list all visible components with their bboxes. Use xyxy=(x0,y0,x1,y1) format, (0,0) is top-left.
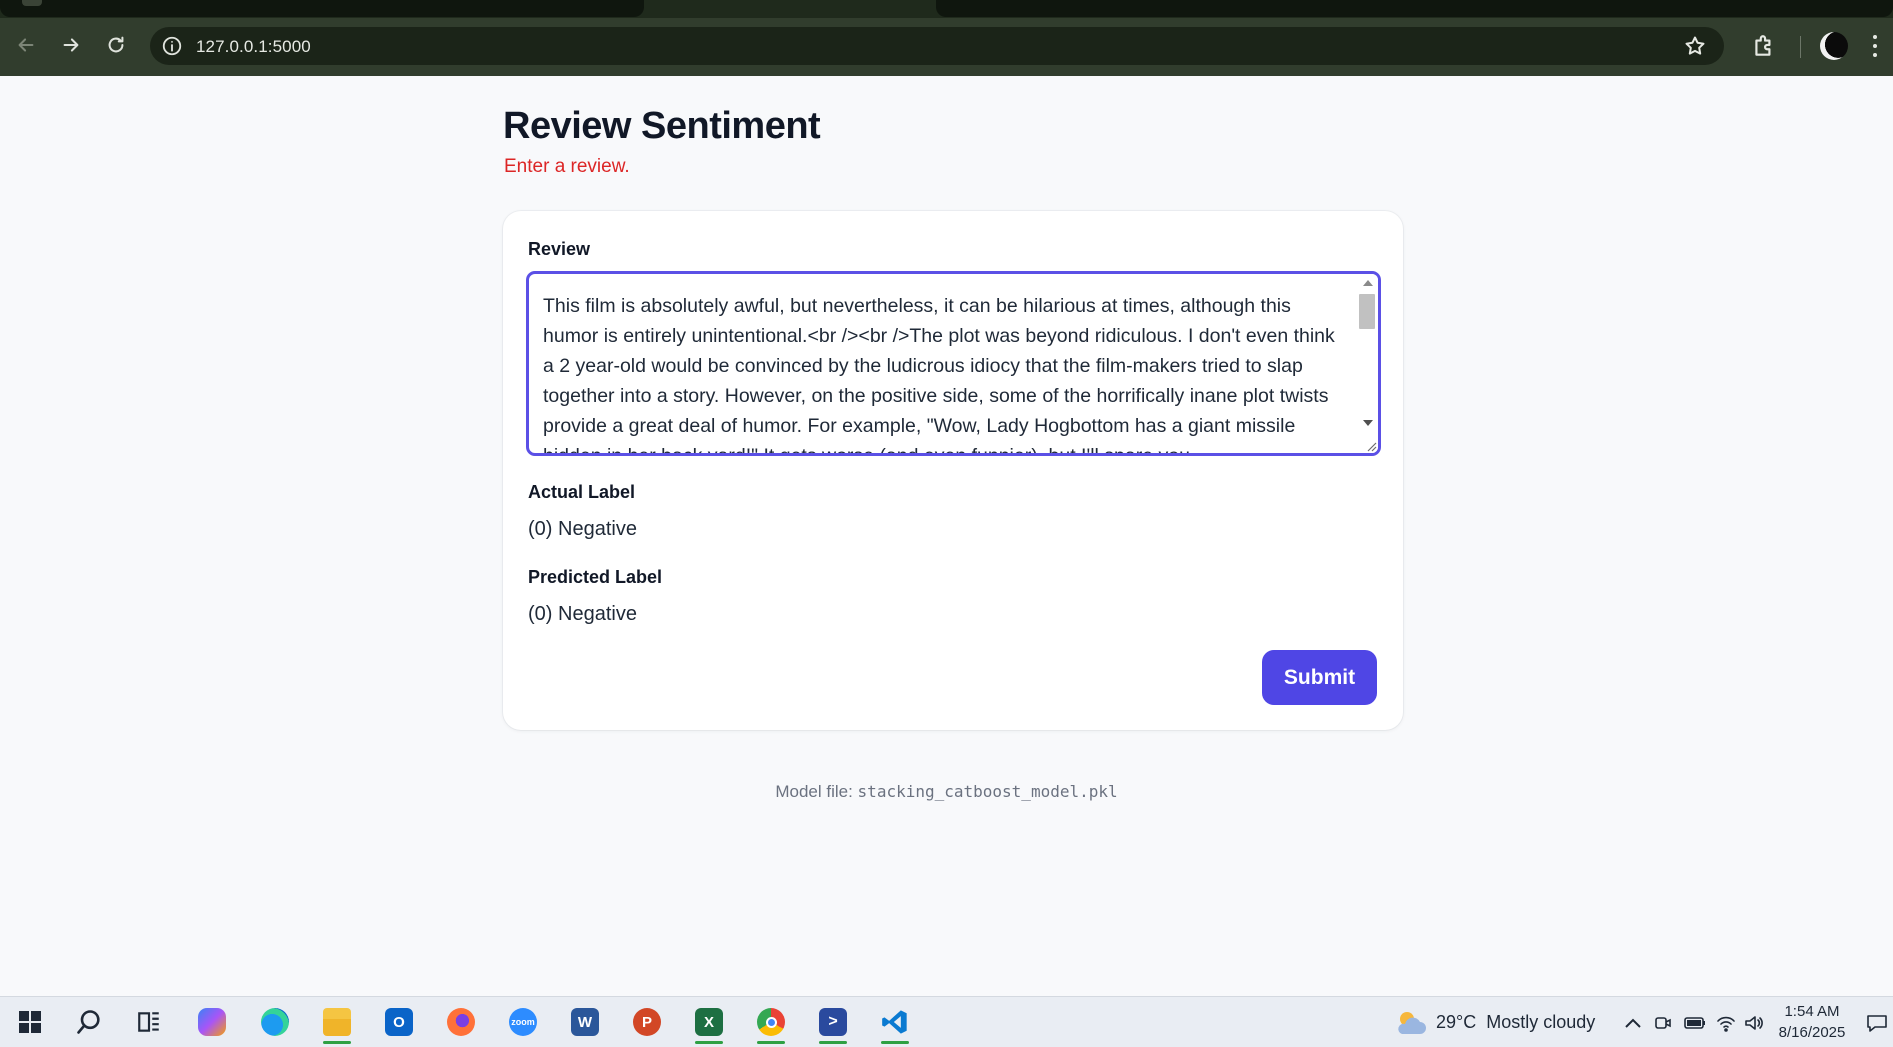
weather-cloud-icon xyxy=(1398,1011,1426,1034)
powershell-icon[interactable]: > xyxy=(816,1005,850,1044)
resize-grip-icon[interactable] xyxy=(1365,440,1377,452)
status-message: Enter a review. xyxy=(504,156,630,177)
task-view-icon[interactable] xyxy=(132,1005,166,1039)
scrollbar-thumb[interactable] xyxy=(1359,294,1375,329)
forward-icon[interactable] xyxy=(54,28,88,62)
show-hidden-icons-icon[interactable] xyxy=(1624,997,1642,1047)
battery-icon[interactable] xyxy=(1684,997,1706,1047)
scroll-down-arrow-icon[interactable] xyxy=(1363,420,1373,426)
powerpoint-icon[interactable]: P xyxy=(630,1005,664,1039)
browser-toolbar: 127.0.0.1:5000 xyxy=(0,18,1893,76)
review-textarea[interactable]: This film is absolutely awful, but never… xyxy=(526,271,1381,456)
extensions-icon[interactable] xyxy=(1751,33,1777,59)
reload-icon[interactable] xyxy=(99,28,133,62)
outlook-icon[interactable]: O xyxy=(382,1005,416,1039)
notifications-icon[interactable] xyxy=(1866,997,1888,1047)
file-explorer-icon[interactable] xyxy=(320,1005,354,1044)
volume-icon[interactable] xyxy=(1744,997,1764,1047)
wifi-icon[interactable] xyxy=(1716,997,1736,1047)
review-text[interactable]: This film is absolutely awful, but never… xyxy=(543,291,1351,453)
tab-strip xyxy=(0,0,1893,18)
model-file-footer: Model file: stacking_catboost_model.pkl xyxy=(0,782,1893,802)
browser-tab[interactable] xyxy=(936,0,1893,17)
actual-label-title: Actual Label xyxy=(528,482,636,502)
weather-desc: Mostly cloudy xyxy=(1486,1012,1596,1032)
word-icon[interactable]: W xyxy=(568,1005,602,1039)
weather-widget[interactable]: 29°C Mostly cloudy xyxy=(1394,997,1595,1047)
chrome-icon[interactable] xyxy=(754,1005,788,1044)
scroll-up-arrow-icon[interactable] xyxy=(1363,280,1373,286)
profile-avatar[interactable] xyxy=(1820,32,1848,60)
submit-button[interactable]: Submit xyxy=(1262,650,1377,705)
start-icon[interactable] xyxy=(13,1005,47,1039)
page-title: Review Sentiment xyxy=(503,105,821,147)
browser-tab[interactable] xyxy=(0,0,644,17)
review-label: Review xyxy=(528,239,591,259)
firefox-icon[interactable] xyxy=(444,1005,478,1039)
tab-favicon xyxy=(22,0,42,6)
vscode-icon[interactable] xyxy=(878,1005,912,1044)
predicted-label-value: (0) Negative xyxy=(528,603,637,625)
url-text[interactable]: 127.0.0.1:5000 xyxy=(196,37,311,57)
actual-label-value: (0) Negative xyxy=(528,518,637,540)
review-form-card: Review This film is absolutely awful, bu… xyxy=(503,211,1403,730)
textarea-scrollbar[interactable] xyxy=(1359,274,1378,453)
excel-icon[interactable]: X xyxy=(692,1005,726,1044)
predicted-label-title: Predicted Label xyxy=(528,567,663,587)
model-file-name: stacking_catboost_model.pkl xyxy=(857,782,1118,801)
bookmark-star-icon[interactable] xyxy=(1683,34,1707,58)
browser-menu-icon[interactable] xyxy=(1868,32,1882,60)
search-icon[interactable] xyxy=(72,1005,106,1039)
clock-date: 8/16/2025 xyxy=(1778,1024,1846,1041)
weather-temp: 29°C xyxy=(1436,1012,1477,1032)
copilot-icon[interactable] xyxy=(195,1005,229,1039)
address-bar[interactable]: 127.0.0.1:5000 xyxy=(150,27,1724,65)
edge-icon[interactable] xyxy=(258,1005,292,1039)
site-info-icon[interactable] xyxy=(161,35,183,57)
back-icon[interactable] xyxy=(9,28,43,62)
windows-taskbar: O zoom W P X > 29°C Mostly cloudy 1:54 A… xyxy=(0,996,1893,1047)
meet-now-icon[interactable] xyxy=(1654,997,1672,1047)
zoom-icon[interactable]: zoom xyxy=(506,1005,540,1039)
clock-time: 1:54 AM xyxy=(1784,1003,1840,1020)
system-clock[interactable]: 1:54 AM 8/16/2025 xyxy=(1774,1001,1850,1043)
toolbar-divider xyxy=(1800,36,1801,58)
footer-prefix: Model file: xyxy=(775,782,858,801)
